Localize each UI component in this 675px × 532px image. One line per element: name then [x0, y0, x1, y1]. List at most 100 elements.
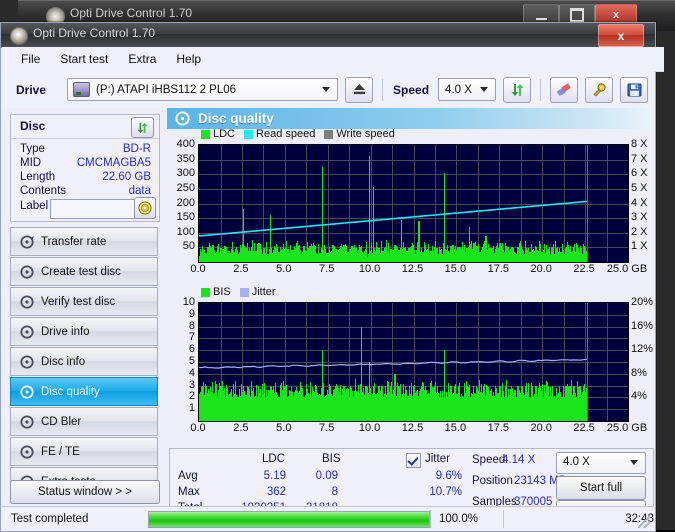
x-tick-label: 7.5: [319, 422, 335, 434]
titlebar[interactable]: Opti Drive Control 1.70 x: [1, 23, 655, 48]
speed-select[interactable]: 4.0 X: [438, 78, 497, 101]
disc-row-value: 22.60 GB: [102, 171, 151, 183]
y-tick-label: 5: [188, 355, 195, 367]
settings-button[interactable]: [585, 76, 614, 103]
y-tick-label: 7: [188, 331, 195, 344]
resize-grip-icon[interactable]: [638, 516, 650, 528]
y2-tick-label: 6 X: [631, 167, 648, 180]
disc-label-input[interactable]: [50, 199, 136, 219]
sidebar-item-label: Disc info: [41, 355, 86, 368]
app-window: Opti Drive Control 1.70 x File Start tes…: [0, 22, 664, 532]
y2-tick-label: 1 X: [631, 240, 648, 253]
y-tick-label: 200: [176, 196, 195, 209]
y2-tick-label: 8%: [631, 366, 647, 379]
sidebar-item-transfer-rate[interactable]: Transfer rate: [10, 227, 158, 256]
disc-row-value: BD-R: [122, 143, 151, 155]
close-icon[interactable]: x: [598, 24, 644, 47]
disc-icon: [10, 27, 28, 45]
chart-plot-area: [198, 144, 629, 263]
menu-extra[interactable]: Extra: [119, 49, 165, 69]
y-tick-label: 50: [182, 240, 195, 253]
line-series: [199, 200, 587, 237]
page-title: Disc quality: [198, 111, 274, 126]
progress-percent: 100.0%: [439, 513, 479, 525]
disc-refresh-button[interactable]: [131, 117, 154, 138]
legend-label: LDC: [213, 128, 236, 140]
refresh-icon: [511, 83, 524, 96]
sidebar-item-label: Verify test disc: [41, 295, 116, 308]
y-tick-label: 10: [182, 296, 195, 308]
disc-row-key: Contents: [20, 185, 67, 197]
disc-verify-icon: [20, 294, 34, 309]
progress-bar-fill: [149, 511, 430, 527]
save-button[interactable]: [620, 76, 649, 103]
legend-entry: Read speed: [244, 128, 315, 140]
disc-row-key: Type: [20, 143, 45, 155]
disc-row-type: Type BD-R: [20, 143, 151, 158]
speed-select-value: 4.0 X: [445, 83, 472, 96]
statusbar-divider: [430, 510, 431, 528]
menu-file[interactable]: File: [12, 49, 49, 69]
disc-speed-icon: [20, 234, 34, 249]
y2-tick-label: 16%: [631, 319, 654, 332]
sidebar-item-create-test-disc[interactable]: Create test disc: [10, 257, 158, 286]
disc-row-key: Label: [20, 200, 49, 212]
erase-button[interactable]: [550, 76, 579, 103]
results-row-label: Max: [178, 486, 200, 498]
results-position-label: Position: [472, 475, 513, 487]
sidebar-item-disc-info[interactable]: Disc info: [10, 347, 158, 376]
results-speed-value: 4.14 X: [502, 454, 536, 466]
x-tick-label: 12.5: [401, 263, 424, 275]
disc-icon: [138, 201, 152, 215]
jitter-checkbox[interactable]: [406, 453, 421, 468]
x-tick-label: 20.0: [530, 263, 552, 275]
sidebar-item-cd-bler[interactable]: CD Bler: [10, 407, 158, 436]
x-tick-label: 20.0: [530, 422, 552, 434]
sidebar-item-fe-te[interactable]: FE / TE: [10, 437, 158, 466]
background-window-title: Opti Drive Control 1.70: [70, 6, 193, 20]
y-tick-label: 4: [188, 366, 195, 379]
position-marker: [586, 303, 588, 421]
status-window-button[interactable]: Status window > >: [10, 480, 160, 504]
y2-tick-label: 2 X: [631, 225, 648, 238]
results-max-ldc: 362: [266, 486, 286, 498]
eject-button[interactable]: [345, 76, 374, 103]
legend-label: Read speed: [256, 128, 316, 140]
y2-tick-label: 3 X: [631, 211, 648, 224]
chevron-down-icon: [630, 460, 638, 465]
y-tick-label: 6: [188, 343, 195, 356]
content-panel: Disc quality LDC Read speed Write speed 50…: [167, 108, 654, 530]
sidebar-item-label: Create test disc: [41, 265, 121, 278]
y-tick-label: 8: [188, 319, 195, 332]
refresh-button[interactable]: [503, 76, 532, 103]
disc-row-length: Length 22.60 GB: [20, 171, 151, 186]
results-max-jitter: 10.7%: [429, 486, 462, 498]
disc-quality-icon: [175, 111, 190, 126]
jitter-label: Jitter: [425, 453, 450, 465]
drive-select[interactable]: (P:) ATAPI iHBS112 2 PL06: [67, 78, 339, 101]
disc-label-button[interactable]: [134, 197, 156, 219]
chevron-down-icon: [480, 87, 489, 92]
results-avg-ldc: 5.19: [263, 470, 286, 482]
legend-entry: Write speed: [324, 128, 395, 140]
sidebar-item-drive-info[interactable]: Drive info: [10, 317, 158, 346]
toolbar-divider: [540, 78, 542, 101]
toolbar: Drive (P:) ATAPI iHBS112 2 PL06 Speed 4.…: [2, 71, 654, 109]
chart-legend: BIS Jitter: [201, 286, 281, 298]
menu-start-test[interactable]: Start test: [51, 49, 117, 69]
sidebar-item-disc-quality[interactable]: Disc quality: [10, 377, 158, 406]
line-series: [199, 358, 587, 369]
toolbar-divider: [382, 78, 384, 101]
menu-help[interactable]: Help: [167, 49, 210, 69]
x-tick-label: 25.0 GB: [606, 422, 648, 434]
sidebar-item-verify-test-disc[interactable]: Verify test disc: [10, 287, 158, 316]
disc-quality-icon: [20, 384, 34, 399]
y2-tick-label: 4%: [631, 390, 647, 403]
disc-row-key: MID: [20, 157, 42, 169]
chart-plot-area: [198, 302, 629, 422]
left-panel: Disc Type BD-R MID CMCMAGBA5 Length 22.6…: [2, 108, 167, 530]
start-full-button[interactable]: Start full: [556, 476, 646, 500]
y-tick-label: 100: [176, 225, 195, 238]
drive-select-value: (P:) ATAPI iHBS112 2 PL06: [96, 83, 237, 96]
result-speed-select[interactable]: 4.0 X: [556, 452, 646, 474]
